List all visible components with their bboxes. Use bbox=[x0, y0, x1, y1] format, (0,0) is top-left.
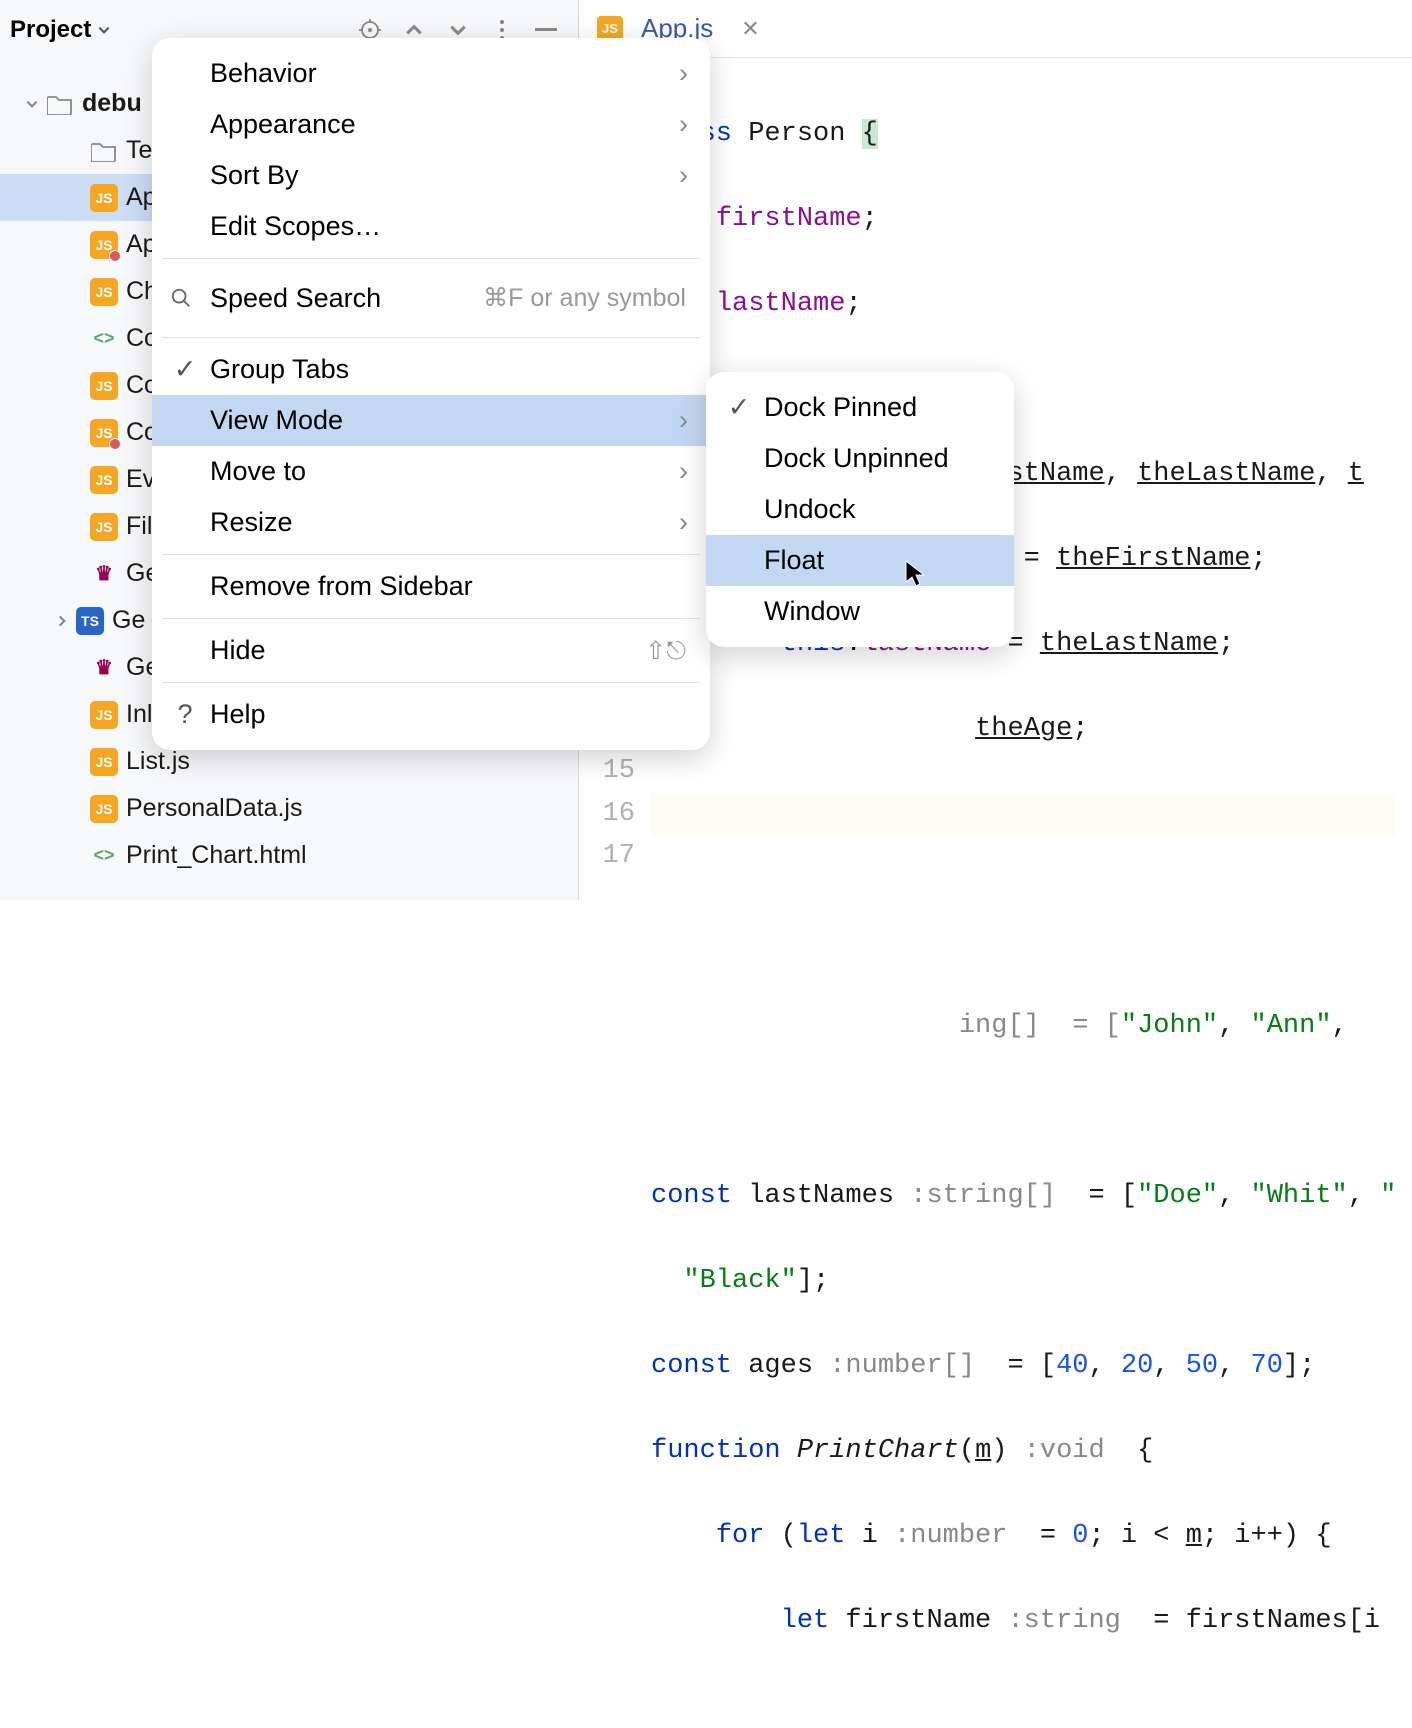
menu-item-hide[interactable]: Hide⇧⎋ bbox=[152, 625, 710, 676]
folder-icon bbox=[90, 137, 118, 165]
chevron-down-icon bbox=[18, 97, 46, 111]
menu-separator bbox=[162, 337, 700, 338]
submenu-window[interactable]: Window bbox=[706, 586, 1014, 637]
js-file-icon: JS bbox=[90, 748, 118, 776]
search-icon bbox=[170, 287, 200, 309]
tree-item-label: PersonalData.js bbox=[126, 794, 302, 823]
chevron-right-icon: › bbox=[679, 109, 688, 140]
js-file-error-icon: JS bbox=[90, 419, 118, 447]
chevron-right-icon bbox=[48, 614, 76, 628]
menu-item-move-to[interactable]: Move to› bbox=[152, 446, 710, 497]
tree-item-label: List.js bbox=[126, 747, 190, 776]
tree-item[interactable]: JS PersonalData.js bbox=[0, 785, 578, 832]
help-icon: ? bbox=[170, 699, 200, 730]
html-file-icon: <> bbox=[90, 842, 118, 870]
menu-item-remove-from-sidebar[interactable]: Remove from Sidebar bbox=[152, 561, 710, 612]
chevron-right-icon: › bbox=[679, 456, 688, 487]
tree-root-label: debu bbox=[82, 89, 142, 118]
folder-icon bbox=[46, 90, 74, 118]
menu-item-view-mode[interactable]: View Mode› bbox=[152, 395, 710, 446]
html-file-icon: <> bbox=[90, 325, 118, 353]
menu-item-group-tabs[interactable]: ✓Group Tabs bbox=[152, 344, 710, 395]
submenu-float[interactable]: Float bbox=[706, 535, 1014, 586]
view-mode-submenu: ✓Dock Pinned Dock Unpinned Undock Float … bbox=[706, 372, 1014, 647]
menu-separator bbox=[162, 618, 700, 619]
tree-item[interactable]: <> Print_Chart.html bbox=[0, 832, 578, 879]
project-panel-title[interactable]: Project bbox=[10, 16, 111, 44]
js-file-icon: JS bbox=[90, 795, 118, 823]
chevron-right-icon: › bbox=[679, 58, 688, 89]
js-file-icon: JS bbox=[90, 513, 118, 541]
chevron-down-icon bbox=[448, 20, 468, 40]
menu-separator bbox=[162, 554, 700, 555]
js-file-error-icon: JS bbox=[90, 231, 118, 259]
jest-file-icon: ♛ bbox=[90, 654, 118, 682]
submenu-dock-unpinned[interactable]: Dock Unpinned bbox=[706, 433, 1014, 484]
close-tab-button[interactable]: ✕ bbox=[741, 16, 759, 42]
menu-item-speed-search[interactable]: Speed Search⌘F or any symbol bbox=[152, 265, 710, 331]
tree-item-label: Ev bbox=[126, 465, 155, 494]
tree-item-label: Inl bbox=[126, 700, 152, 729]
js-file-icon: JS bbox=[90, 184, 118, 212]
submenu-undock[interactable]: Undock bbox=[706, 484, 1014, 535]
checkmark-icon: ✓ bbox=[724, 392, 754, 423]
menu-separator bbox=[162, 682, 700, 683]
menu-item-behavior[interactable]: Behavior› bbox=[152, 48, 710, 99]
menu-item-help[interactable]: ?Help bbox=[152, 689, 710, 740]
menu-separator bbox=[162, 258, 700, 259]
menu-item-resize[interactable]: Resize› bbox=[152, 497, 710, 548]
chevron-right-icon: › bbox=[679, 405, 688, 436]
tree-item-label: Te bbox=[126, 136, 152, 165]
jest-file-icon: ♛ bbox=[90, 560, 118, 588]
chevron-right-icon: › bbox=[679, 507, 688, 538]
ts-file-icon: TS bbox=[76, 607, 104, 635]
tree-item-label: Print_Chart.html bbox=[126, 841, 307, 870]
chevron-up-icon bbox=[404, 20, 424, 40]
menu-item-edit-scopes[interactable]: Edit Scopes… bbox=[152, 201, 710, 252]
tree-item-label: Fil bbox=[126, 512, 152, 541]
js-file-icon: JS bbox=[90, 278, 118, 306]
js-file-icon: JS bbox=[90, 466, 118, 494]
minimize-icon bbox=[535, 28, 557, 32]
checkmark-icon: ✓ bbox=[170, 354, 200, 385]
js-file-icon: JS bbox=[90, 372, 118, 400]
menu-item-sort-by[interactable]: Sort By› bbox=[152, 150, 710, 201]
menu-item-appearance[interactable]: Appearance› bbox=[152, 99, 710, 150]
tree-item-label: Ge bbox=[112, 606, 145, 635]
js-file-icon: JS bbox=[90, 701, 118, 729]
chevron-down-icon bbox=[97, 23, 111, 37]
chevron-right-icon: › bbox=[679, 160, 688, 191]
submenu-dock-pinned[interactable]: ✓Dock Pinned bbox=[706, 382, 1014, 433]
panel-context-menu: Behavior› Appearance› Sort By› Edit Scop… bbox=[152, 38, 710, 750]
code-content[interactable]: class Person { firstName; lastName; age;… bbox=[651, 58, 1396, 1728]
